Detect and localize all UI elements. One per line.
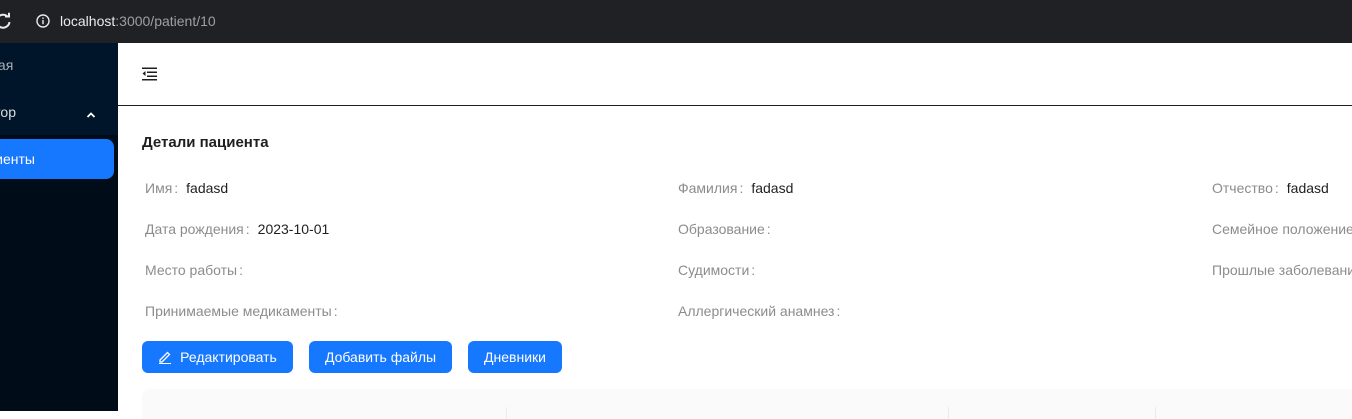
field-colon: : (836, 303, 841, 319)
field-colon: : (174, 180, 179, 196)
edit-icon (158, 350, 172, 364)
table-column-separator (1155, 407, 1156, 419)
sidebar-group-doctor[interactable]: Доктор (0, 97, 118, 127)
page-title: Детали пациента (142, 134, 269, 151)
table-column-separator (506, 407, 507, 419)
chevron-up-icon (86, 107, 96, 118)
field-value: 2023-10-01 (257, 221, 330, 237)
diaries-button-label: Дневники (484, 349, 546, 365)
reload-icon[interactable] (0, 12, 12, 30)
field-value: fadasd (1286, 180, 1329, 196)
add-files-button-label: Добавить файлы (324, 349, 437, 365)
field-colon: : (766, 221, 771, 237)
field-last-name: Фамилия: fadasd (678, 180, 793, 196)
edit-button[interactable]: Редактировать (142, 341, 293, 373)
field-colon: : (239, 262, 243, 278)
sidebar-item-home-label: Главная (0, 57, 14, 73)
sidebar: Главная Доктор Пациенты (0, 43, 118, 411)
field-convictions: Судимости: (678, 262, 763, 278)
url-host: localhost (60, 13, 116, 29)
address-bar[interactable]: localhost:3000/patient/10 (26, 6, 1352, 37)
menu-fold-icon[interactable] (142, 67, 158, 81)
table-column-separator (948, 407, 949, 419)
field-value: fadasd (751, 180, 794, 196)
field-label: Принимаемые медикаменты (145, 303, 332, 319)
field-past-diseases: Прошлые заболевания: (1212, 262, 1352, 278)
field-patronymic: Отчество: fadasd (1212, 180, 1329, 196)
diaries-button[interactable]: Дневники (468, 341, 562, 373)
edit-button-label: Редактировать (180, 349, 277, 365)
url-path: :3000/patient/10 (115, 13, 216, 29)
field-colon: : (245, 221, 250, 237)
sidebar-group-label: Доктор (0, 104, 16, 120)
field-label: Имя (145, 180, 173, 196)
site-info-icon[interactable] (36, 14, 50, 28)
url-text[interactable]: localhost:3000/patient/10 (60, 13, 216, 29)
field-colon: : (1274, 180, 1279, 196)
main-content: Детали пациента Имя: fadasd Фамилия: fadas… (118, 106, 1352, 419)
sidebar-submenu: Пациенты (0, 135, 118, 411)
field-label: Место работы (145, 262, 238, 278)
table-header (142, 389, 1352, 419)
field-label: Отчество (1212, 180, 1273, 196)
field-marital-status: Семейное положение: (1212, 221, 1352, 237)
browser-toolbar: localhost:3000/patient/10 (0, 0, 1352, 43)
field-label: Образование (678, 221, 765, 237)
sidebar-item-home[interactable]: Главная (0, 57, 118, 77)
field-label: Дата рождения (145, 221, 244, 237)
sidebar-item-patients[interactable]: Пациенты (0, 139, 114, 179)
field-medications: Принимаемые медикаменты: (145, 303, 346, 319)
sidebar-item-patients-label: Пациенты (0, 151, 35, 167)
field-label: Аллергический анамнез (678, 303, 835, 319)
field-label: Семейное положение (1212, 221, 1352, 237)
field-label: Судимости (678, 262, 750, 278)
field-label: Фамилия (678, 180, 738, 196)
field-first-name: Имя: fadasd (145, 180, 228, 196)
page-header (118, 43, 1352, 106)
add-files-button[interactable]: Добавить файлы (309, 341, 452, 373)
field-label: Прошлые заболевания (1212, 262, 1352, 278)
field-birth-date: Дата рождения:2023-10-01 (145, 221, 329, 237)
field-colon: : (751, 262, 756, 278)
field-value: fadasd (186, 180, 229, 196)
field-colon: : (739, 180, 744, 196)
field-education: Образование: (678, 221, 779, 237)
field-workplace: Место работы: (145, 262, 251, 278)
field-allergy-history: Аллергический анамнез: (678, 303, 848, 319)
field-colon: : (333, 303, 338, 319)
